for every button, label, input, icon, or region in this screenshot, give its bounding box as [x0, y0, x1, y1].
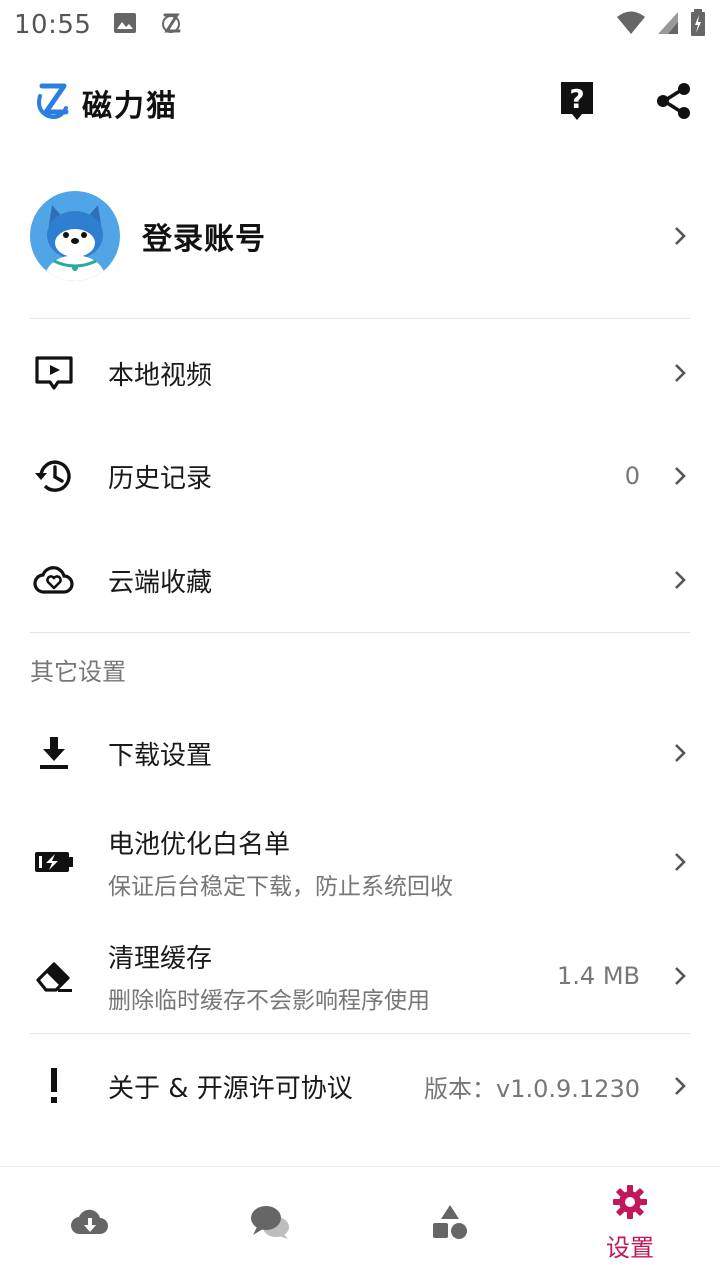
menu-item-clear-cache[interactable]: 清理缓存 删除临时缓存不会影响程序使用 1.4 MB [30, 938, 690, 1014]
menu-item-cloud-favorites[interactable]: 云端收藏 [30, 547, 690, 613]
signal-icon [656, 10, 680, 40]
row-text: 历史记录 [108, 458, 212, 495]
menu-item-download-settings[interactable]: 下载设置 [30, 720, 690, 786]
shapes-icon [430, 1203, 470, 1245]
menu-item-subtitle: 保证后台稳定下载，防止系统回收 [108, 873, 453, 900]
divider [30, 1033, 690, 1034]
status-icons-right [616, 9, 706, 41]
menu-item-label: 历史记录 [108, 463, 213, 494]
chevron-right-icon [670, 965, 690, 987]
eraser-icon [30, 958, 78, 994]
cache-size: 1.4 MB [557, 962, 640, 990]
app-title: 磁力猫 [82, 89, 178, 124]
menu-item-battery-whitelist[interactable]: 电池优化白名单 保证后台稳定下载，防止系统回收 [30, 824, 690, 900]
status-icons-left [113, 11, 183, 39]
help-button[interactable]: ? [558, 80, 596, 126]
nav-tab-cloud-download[interactable] [0, 1167, 180, 1280]
menu-item-label: 清理缓存 [108, 943, 213, 974]
avatar[interactable] [30, 191, 120, 281]
battery-icon [690, 9, 706, 41]
divider [30, 318, 690, 319]
chevron-right-icon [670, 225, 690, 247]
nav-tab-label: 设置 [606, 1234, 654, 1262]
row-text: 清理缓存 删除临时缓存不会影响程序使用 [108, 938, 430, 1015]
help-icon: ? [558, 80, 596, 126]
share-button[interactable] [656, 82, 692, 124]
row-text: 电池优化白名单 保证后台稳定下载，防止系统回收 [108, 824, 453, 901]
menu-item-label: 下载设置 [108, 740, 213, 771]
cloud-heart-icon [30, 562, 78, 598]
bottom-nav: 设置 [0, 1166, 720, 1280]
download-icon [30, 735, 78, 771]
history-count: 0 [624, 462, 640, 490]
row-text: 下载设置 [108, 735, 212, 772]
app-header: 磁力猫 ? [0, 62, 720, 144]
gear-icon [612, 1184, 648, 1224]
battery-charge-icon [30, 849, 78, 875]
history-icon [30, 456, 78, 496]
menu-item-label: 电池优化白名单 [108, 829, 291, 860]
divider [30, 632, 690, 633]
menu-item-about[interactable]: 关于 & 开源许可协议 版本：v1.0.9.1230 [30, 1053, 690, 1119]
status-bar: 10:55 [0, 0, 720, 50]
video-icon [30, 355, 78, 391]
login-row[interactable]: 登录账号 [30, 190, 690, 282]
image-icon [113, 12, 137, 38]
menu-item-subtitle: 删除临时缓存不会影响程序使用 [108, 987, 430, 1014]
chevron-right-icon [670, 851, 690, 873]
app-logo: 磁力猫 [34, 81, 178, 125]
chevron-right-icon [670, 362, 690, 384]
menu-item-history[interactable]: 历史记录 0 [30, 443, 690, 509]
svg-text:?: ? [569, 85, 584, 115]
cloud-download-icon [70, 1206, 110, 1242]
login-label: 登录账号 [142, 222, 266, 257]
app-notification-icon [159, 11, 183, 39]
share-icon [656, 82, 692, 124]
row-text: 本地视频 [108, 355, 212, 392]
chevron-right-icon [670, 465, 690, 487]
section-title-other-settings: 其它设置 [30, 658, 126, 686]
chevron-right-icon [670, 1075, 690, 1097]
header-actions: ? [558, 80, 692, 126]
menu-item-local-videos[interactable]: 本地视频 [30, 340, 690, 406]
nav-tab-settings[interactable]: 设置 [540, 1167, 720, 1280]
chevron-right-icon [670, 742, 690, 764]
logo-icon [34, 82, 70, 124]
chat-icon [249, 1203, 291, 1245]
wifi-icon [616, 10, 646, 40]
nav-tab-chat[interactable] [180, 1167, 360, 1280]
menu-item-label: 云端收藏 [108, 567, 213, 598]
menu-item-label: 关于 & 开源许可协议 [108, 1073, 353, 1104]
row-text: 关于 & 开源许可协议 [108, 1068, 353, 1105]
menu-item-label: 本地视频 [108, 360, 213, 391]
exclamation-icon [30, 1067, 78, 1105]
row-text: 云端收藏 [108, 562, 212, 599]
version-text: 版本：v1.0.9.1230 [424, 1074, 640, 1103]
nav-tab-discover[interactable] [360, 1167, 540, 1280]
status-time: 10:55 [14, 10, 92, 40]
chevron-right-icon [670, 569, 690, 591]
